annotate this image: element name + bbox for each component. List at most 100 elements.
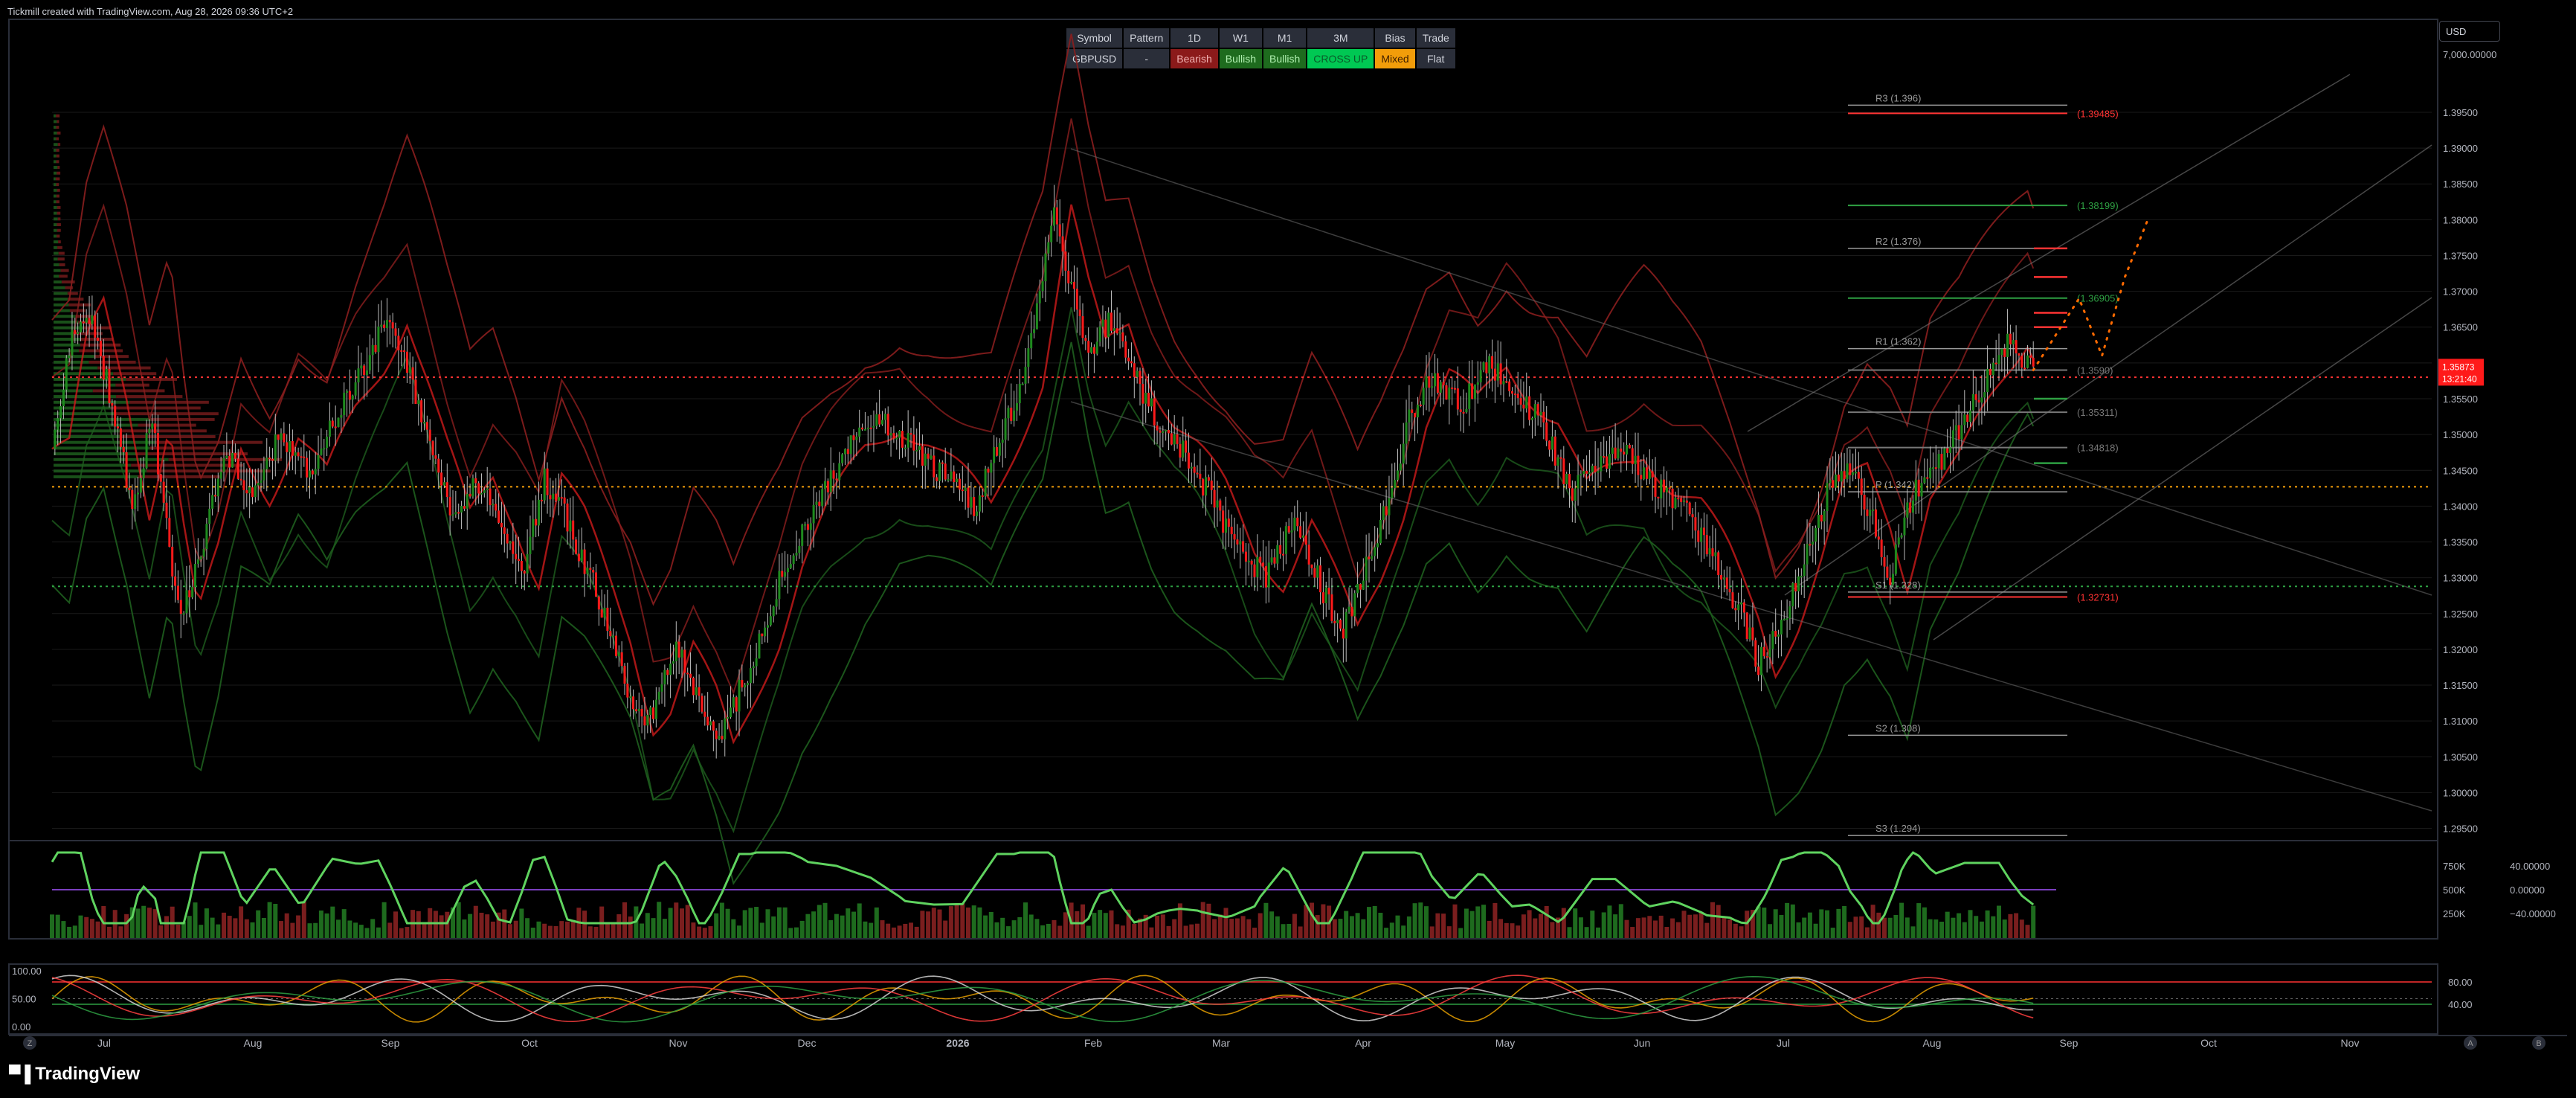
candle-body [569, 520, 572, 532]
volume-bar [674, 902, 679, 939]
candle-body [1408, 409, 1411, 423]
candle-body [314, 469, 317, 475]
candle-body [222, 458, 225, 472]
chart-canvas[interactable]: R3 (1.396) R2 (1.376) R1 (1.362) P (1.342) S… [0, 0, 2576, 1098]
volume-bar [72, 925, 77, 939]
candle-body [575, 539, 578, 554]
price-axis[interactable]: 7,000.00000 1.39500 1.39000 1.38500 1.38000 1… [2438, 49, 2496, 835]
volume-bar [909, 922, 913, 939]
candle-body [721, 736, 724, 739]
volume-bar [628, 916, 633, 939]
candle-body [1720, 575, 1723, 580]
candle-body [849, 435, 852, 455]
candle-body [1823, 510, 1826, 521]
candle-body [941, 462, 944, 464]
candle-body [474, 478, 477, 484]
volume-bar [1275, 916, 1280, 939]
candle-body [1840, 471, 1843, 482]
volume-bar [1441, 914, 1446, 939]
volume-bar [164, 916, 169, 939]
volume-bar [307, 923, 312, 939]
volume-bar [1539, 914, 1543, 939]
volume-bar [1957, 913, 1962, 939]
candle-body [652, 707, 654, 719]
candle-body [944, 463, 947, 480]
candle-body [1651, 471, 1654, 478]
candle-body [1983, 392, 1986, 398]
volume-bar [146, 908, 152, 939]
candle-body [2012, 340, 2015, 344]
candle-body [806, 524, 809, 530]
time-axis[interactable]: Jul Aug Sep Oct Nov Dec 2026 Feb Mar Apr May Jun Jul… [23, 1036, 2546, 1050]
volume-bar [490, 921, 495, 939]
candle-body [620, 652, 623, 667]
volume-bar [456, 902, 461, 939]
volume-bar [1624, 919, 1629, 939]
candle-body [1909, 502, 1912, 513]
volume-bar [1887, 917, 1893, 939]
candle-body [1030, 333, 1033, 349]
volume-bar [536, 921, 541, 939]
candle-body [1142, 383, 1144, 404]
candle-body [967, 487, 970, 508]
candle-body [374, 344, 377, 353]
candle-body [1264, 566, 1267, 588]
volume-bar [1710, 902, 1715, 939]
candle-body [692, 678, 695, 696]
candle-body [1339, 620, 1342, 629]
volume-profile-bar-down [138, 475, 220, 478]
candle-body [185, 590, 188, 614]
candle-body [614, 635, 617, 657]
candle-body [1493, 368, 1496, 381]
time-tick-label: Jul [97, 1037, 111, 1049]
volume-profile-bar-up [54, 338, 80, 341]
volume-bar [1658, 915, 1664, 939]
volume-bar [204, 908, 209, 939]
candle-body [1084, 338, 1087, 341]
volume-bar [651, 918, 656, 939]
time-tick-label: Mar [1212, 1037, 1230, 1049]
candle-body [964, 487, 967, 492]
volume-profile-bar-down [68, 303, 91, 306]
candle-body [1502, 381, 1505, 385]
candle-body [784, 572, 787, 577]
candle-body [1253, 564, 1256, 577]
volume-bar [1670, 918, 1675, 939]
candle-body [463, 506, 466, 509]
volume-bar [364, 928, 370, 939]
candle-body [1445, 385, 1448, 400]
candle-body [657, 691, 660, 700]
candle-body [388, 320, 391, 323]
volume-bar [1109, 910, 1114, 939]
volume-profile-bar-up [54, 469, 147, 473]
volume-bar [1607, 905, 1612, 939]
volume-bar [78, 915, 83, 939]
time-tick-label: Nov [2341, 1037, 2360, 1049]
volume-bar [811, 911, 817, 939]
volume-bar [994, 922, 999, 939]
band-upper-outer [51, 33, 2035, 606]
candle-body [1806, 544, 1809, 565]
candle-body [778, 571, 781, 600]
candle-body [832, 470, 835, 479]
price-tick-label: 1.30000 [2443, 787, 2478, 798]
volume-bar [279, 921, 283, 939]
volume-bar [1722, 916, 1727, 939]
candle-body [351, 395, 354, 400]
volume-profile-bar-up [54, 228, 57, 232]
candle-body [1041, 281, 1044, 292]
volume-bar [765, 909, 770, 939]
candle-body [1092, 347, 1095, 354]
candle-body [1304, 535, 1307, 545]
candle-body [442, 482, 445, 486]
volume-bar [124, 914, 129, 939]
pane-border [8, 19, 2438, 841]
candle-body [1284, 526, 1287, 554]
tradingview-brand[interactable]: ▀▐ TradingView [9, 1064, 140, 1085]
level-label: (1.38199) [2077, 200, 2119, 211]
candle-body [677, 641, 680, 658]
volume-profile-bar-up [54, 126, 57, 129]
volume-bar [851, 911, 856, 939]
candle-body [380, 324, 383, 327]
volume-bar [2014, 913, 2019, 939]
